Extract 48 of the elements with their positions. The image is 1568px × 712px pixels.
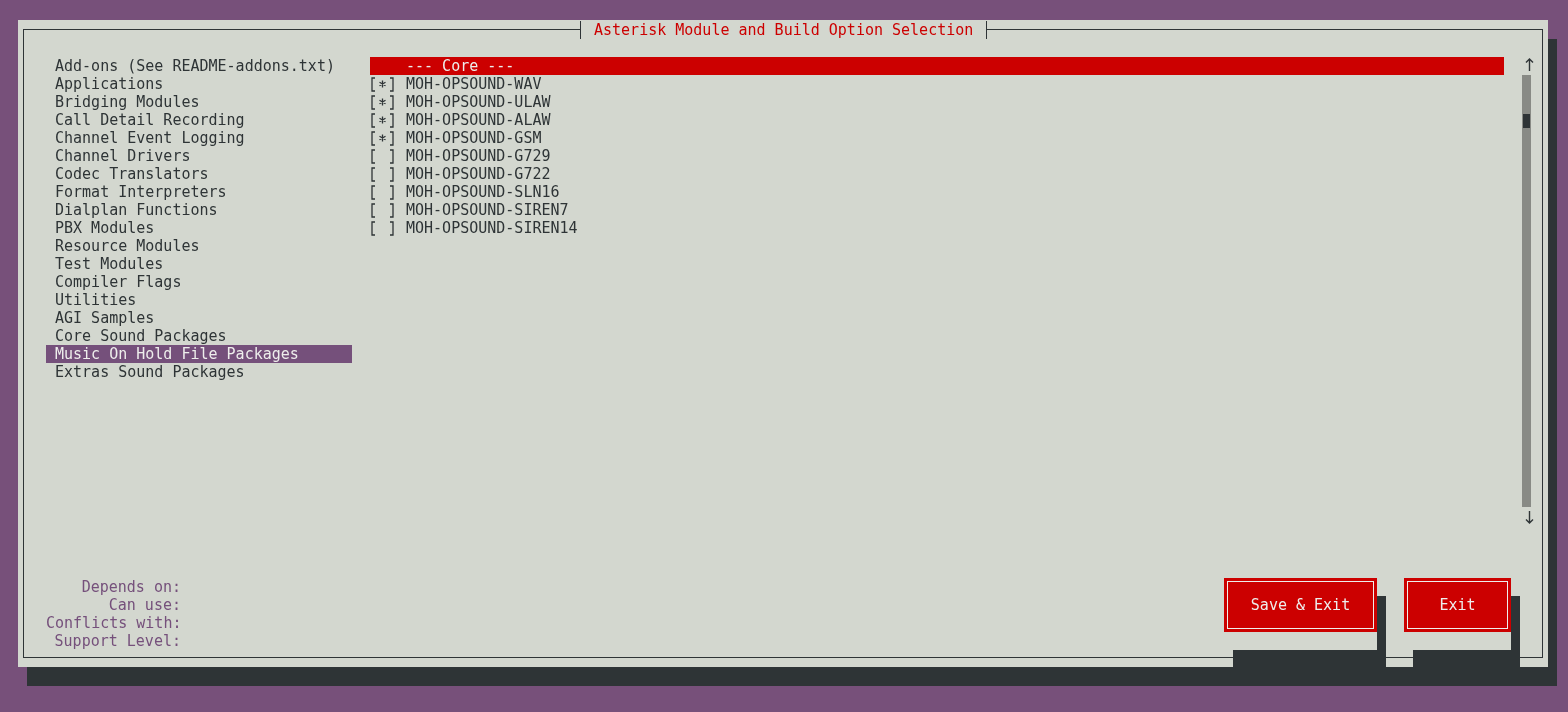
category-item[interactable]: Call Detail Recording [46, 111, 352, 129]
category-item[interactable]: Extras Sound Packages [46, 363, 352, 381]
category-item[interactable]: Bridging Modules [46, 93, 352, 111]
checkbox[interactable] [370, 94, 395, 110]
option-label[interactable]: MOH-OPSOUND-GSM [406, 129, 542, 147]
scrollbar-track[interactable] [1522, 75, 1531, 507]
checkbox[interactable] [370, 112, 395, 128]
category-item[interactable]: Applications [46, 75, 352, 93]
category-item[interactable]: Channel Drivers [46, 147, 352, 165]
option-label[interactable]: MOH-OPSOUND-WAV [406, 75, 542, 93]
dialog-button[interactable]: Exit [1404, 578, 1511, 632]
category-item[interactable]: Music On Hold File Packages [46, 345, 352, 363]
scroll-up-icon[interactable] [1524, 58, 1534, 72]
info-label: Depends on: [80, 578, 181, 596]
option-label[interactable]: MOH-OPSOUND-G729 [406, 147, 551, 165]
scrollbar-thumb[interactable] [1523, 114, 1530, 128]
checkbox[interactable] [370, 184, 395, 200]
category-item[interactable]: Test Modules [46, 255, 352, 273]
scroll-down-icon[interactable] [1524, 510, 1534, 524]
category-item[interactable]: Core Sound Packages [46, 327, 352, 345]
option-label[interactable]: MOH-OPSOUND-ALAW [406, 111, 551, 129]
category-item[interactable]: Compiler Flags [46, 273, 352, 291]
info-label: Can use: [107, 596, 181, 614]
category-item[interactable]: Utilities [46, 291, 352, 309]
checkbox[interactable] [370, 130, 395, 146]
option-label[interactable]: MOH-OPSOUND-SIREN7 [406, 201, 569, 219]
info-label: Support Level: [53, 632, 181, 650]
category-item[interactable]: AGI Samples [46, 309, 352, 327]
checkbox[interactable] [370, 202, 395, 218]
option-label[interactable]: MOH-OPSOUND-G722 [406, 165, 551, 183]
category-item[interactable]: PBX Modules [46, 219, 352, 237]
checkbox[interactable] [370, 166, 395, 182]
section-header: --- Core --- [370, 57, 1504, 75]
option-label[interactable]: MOH-OPSOUND-SIREN14 [406, 219, 578, 237]
option-label[interactable]: MOH-OPSOUND-SLN16 [406, 183, 560, 201]
category-item[interactable]: Dialplan Functions [46, 201, 352, 219]
checkbox[interactable] [370, 220, 395, 236]
category-item[interactable]: Format Interpreters [46, 183, 352, 201]
option-label[interactable]: MOH-OPSOUND-ULAW [406, 93, 551, 111]
info-label: Conflicts with: [46, 614, 181, 632]
category-item[interactable]: Add-ons (See README-addons.txt) [46, 57, 352, 75]
category-item[interactable]: Resource Modules [46, 237, 352, 255]
dialog-button[interactable]: Save & Exit [1224, 578, 1377, 632]
category-item[interactable]: Channel Event Logging [46, 129, 352, 147]
window-title: Asterisk Module and Build Option Selection [580, 21, 988, 39]
category-item[interactable]: Codec Translators [46, 165, 352, 183]
checkbox[interactable] [370, 148, 395, 164]
checkbox[interactable] [370, 76, 395, 92]
